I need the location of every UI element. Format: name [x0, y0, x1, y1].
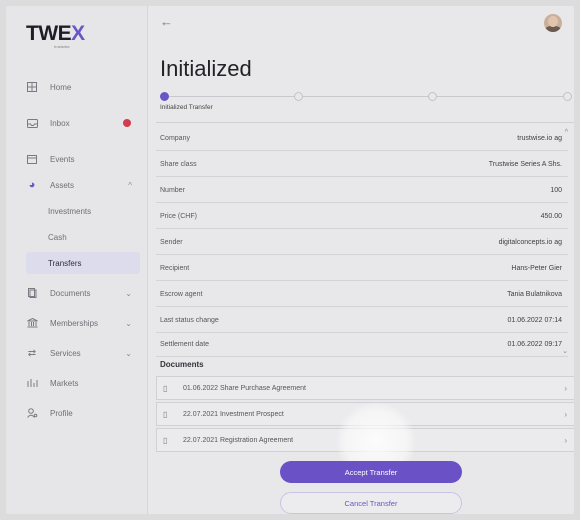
logo[interactable]: TWEX	[26, 22, 85, 46]
sidebar-item-label: Investments	[48, 206, 92, 216]
sidebar-item-assets[interactable]: ◕ Assets ^	[6, 174, 148, 196]
scroll-down-icon[interactable]: ⌄	[562, 347, 568, 355]
stepper-line	[166, 96, 566, 97]
detail-row-number: Number 100	[156, 179, 568, 203]
sidebar-item-label: Events	[50, 154, 75, 164]
notification-badge	[123, 119, 131, 127]
accept-transfer-button[interactable]: Accept Transfer	[280, 461, 462, 483]
sidebar-item-label: Assets	[50, 180, 75, 190]
logo-subtitle: trustwise	[54, 44, 70, 49]
sidebar-item-events[interactable]: Events	[6, 148, 148, 170]
chevron-right-icon: ›	[564, 435, 567, 445]
main-content: ← Initialized Initialized Transfer Compa…	[148, 6, 574, 514]
step-4-dot	[563, 92, 572, 101]
document-row[interactable]: ▯ 01.06.2022 Share Purchase Agreement ›	[156, 376, 574, 400]
step-label: Initialized Transfer	[160, 104, 213, 111]
document-icon	[26, 287, 38, 299]
scroll-up-icon[interactable]: ^	[565, 129, 568, 136]
sidebar-item-label: Markets	[50, 378, 79, 388]
detail-row-sender: Sender digitalconcepts.io ag	[156, 231, 568, 255]
detail-row-last-status-change: Last status change 01.06.2022 07:14	[156, 309, 568, 333]
home-icon	[26, 81, 38, 93]
page-title: Initialized	[160, 56, 252, 81]
step-2-dot	[294, 92, 303, 101]
sidebar-item-label: Services	[50, 348, 81, 358]
sidebar-item-documents[interactable]: Documents ⌄	[6, 282, 148, 304]
sidebar-item-markets[interactable]: Markets	[6, 372, 148, 394]
avatar[interactable]	[544, 14, 562, 32]
calendar-icon	[26, 153, 38, 165]
chevron-down-icon: ⌄	[125, 348, 132, 358]
detail-row-company: Company trustwise.io ag ^	[156, 127, 568, 151]
detail-row-recipient: Recipient Hans-Peter Gier	[156, 257, 568, 281]
sidebar-item-label: Transfers	[48, 258, 82, 268]
sidebar-item-cash[interactable]: Cash	[6, 226, 148, 248]
chevron-right-icon: ›	[564, 383, 567, 393]
sidebar-item-label: Inbox	[50, 118, 70, 128]
file-icon: ▯	[163, 435, 168, 445]
cancel-transfer-button[interactable]: Cancel Transfer	[280, 492, 462, 514]
sidebar: TWEX trustwise Home Inbox Events ◕ Asset…	[6, 6, 148, 514]
swap-icon: ⇄	[27, 347, 37, 359]
detail-row-settlement-date: Settlement date 01.06.2022 09:17 ⌄	[156, 333, 568, 357]
detail-row-escrow-agent: Escrow agent Tania Bulatnikova	[156, 283, 568, 307]
documents-heading: Documents	[160, 360, 204, 369]
chevron-up-icon: ^	[128, 180, 132, 190]
sidebar-item-label: Home	[50, 82, 72, 92]
transfer-details: Company trustwise.io ag ^ Share class Tr…	[156, 122, 574, 357]
step-1-dot	[160, 92, 169, 101]
sidebar-item-label: Cash	[48, 232, 67, 242]
chevron-right-icon: ›	[564, 409, 567, 419]
detail-row-price: Price (CHF) 450.00	[156, 205, 568, 229]
sidebar-item-profile[interactable]: Profile	[6, 402, 148, 424]
progress-stepper: Initialized Transfer	[160, 92, 572, 112]
sidebar-item-inbox[interactable]: Inbox	[6, 112, 148, 134]
sidebar-item-memberships[interactable]: Memberships ⌄	[6, 312, 148, 334]
chevron-down-icon: ⌄	[125, 288, 132, 298]
chevron-down-icon: ⌄	[125, 318, 132, 328]
sidebar-item-services[interactable]: ⇄ Services ⌄	[6, 342, 148, 364]
detail-row-share-class: Share class Trustwise Series A Shs.	[156, 153, 568, 177]
markets-icon	[26, 377, 38, 389]
sidebar-item-label: Memberships	[50, 318, 99, 328]
bank-icon	[26, 317, 38, 329]
pie-chart-icon: ◕	[28, 179, 36, 191]
file-icon: ▯	[163, 383, 168, 393]
step-3-dot	[428, 92, 437, 101]
file-icon: ▯	[163, 409, 168, 419]
sidebar-item-label: Profile	[50, 408, 73, 418]
sidebar-item-investments[interactable]: Investments	[6, 200, 148, 222]
inbox-icon	[26, 117, 38, 129]
sidebar-item-label: Documents	[50, 288, 91, 298]
sidebar-item-transfers[interactable]: Transfers	[26, 252, 140, 274]
app-window: TWEX trustwise Home Inbox Events ◕ Asset…	[6, 6, 574, 514]
sidebar-item-home[interactable]: Home	[6, 76, 148, 98]
profile-icon	[26, 407, 38, 419]
back-arrow-icon[interactable]: ←	[160, 14, 173, 29]
